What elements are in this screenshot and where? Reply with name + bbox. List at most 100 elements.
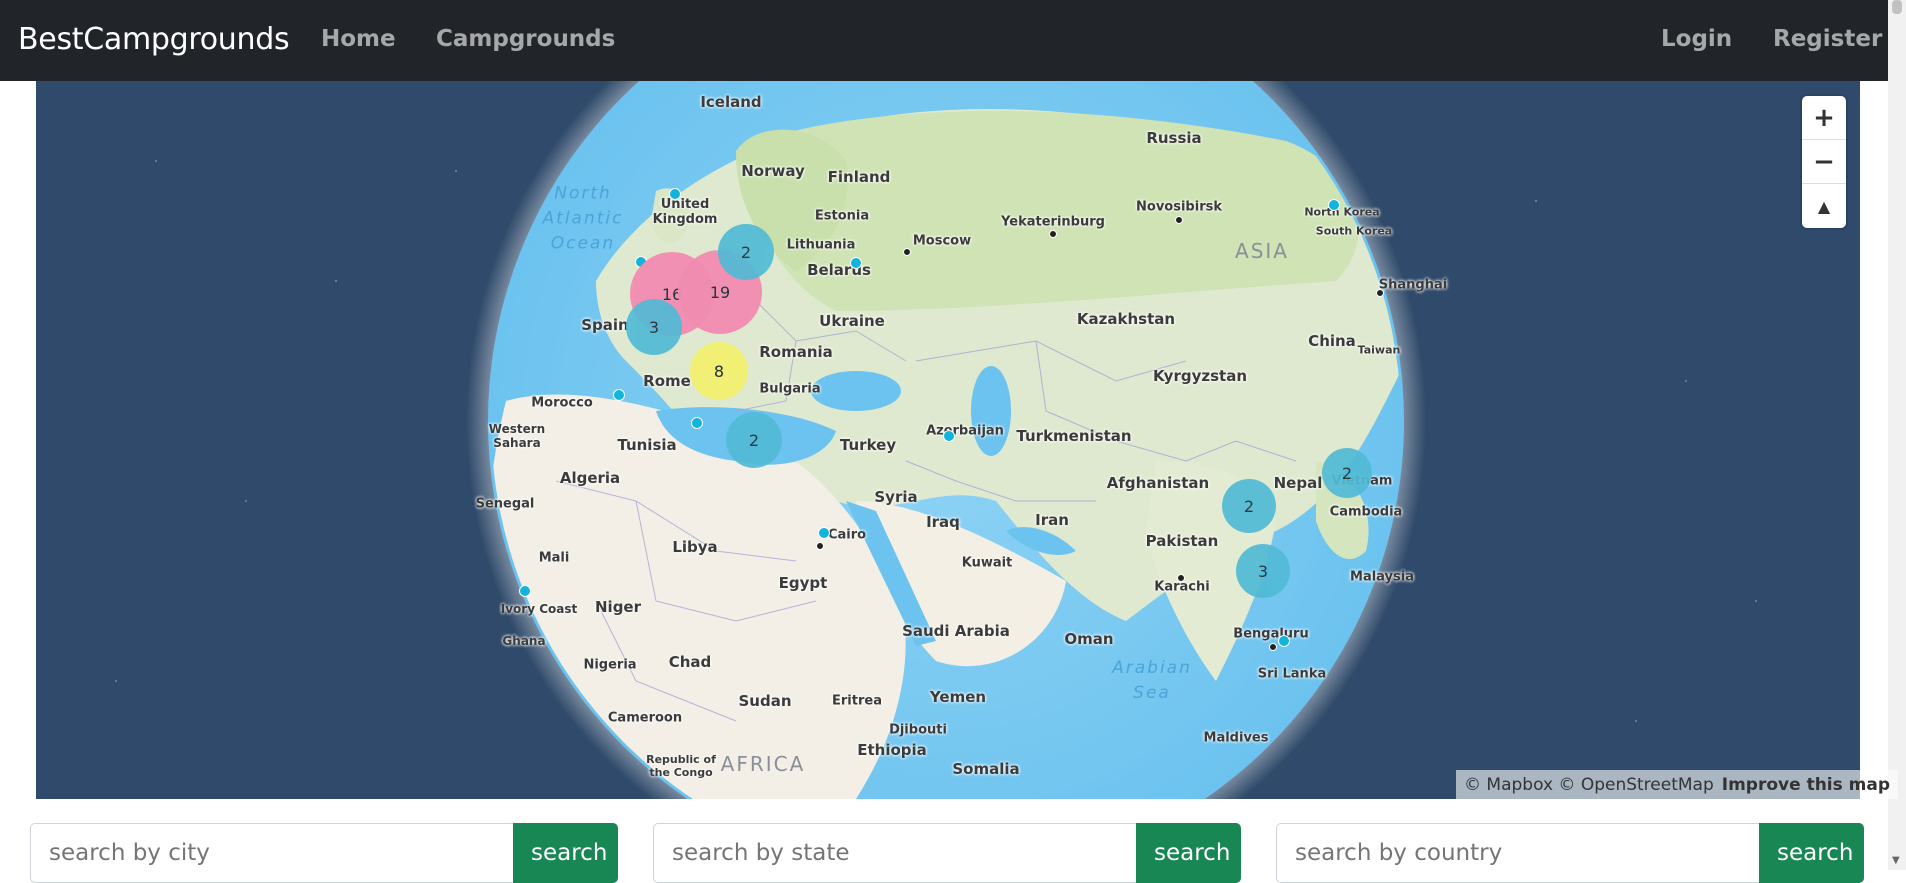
label-iran: Iran (1035, 511, 1069, 529)
zoom-out-button[interactable]: − (1802, 140, 1846, 184)
country-search-input[interactable] (1276, 823, 1759, 883)
label-turkmenistan: Turkmenistan (1016, 427, 1132, 445)
label-nepal: Nepal (1273, 474, 1323, 492)
label-malaysia: Malaysia (1350, 569, 1414, 585)
label-rome: Rome (643, 372, 691, 390)
state-search-group: search (653, 823, 1241, 883)
campground-point[interactable] (669, 188, 681, 200)
label-senegal: Senegal (475, 496, 535, 512)
label-north-korea: North Korea (1304, 205, 1380, 219)
label-morocco: Morocco (531, 395, 593, 411)
nav-link-login[interactable]: Login (1661, 26, 1732, 52)
city-dot-yekaterinburg (1049, 230, 1057, 238)
label-libya: Libya (672, 538, 718, 556)
cluster-marker[interactable]: 3 (1236, 544, 1290, 598)
label-nigeria: Nigeria (583, 657, 637, 673)
label-kyrgyzstan: Kyrgyzstan (1153, 367, 1247, 385)
city-dot-bengaluru (1269, 643, 1277, 651)
label-china: China (1308, 332, 1356, 350)
cluster-marker[interactable]: 8 (690, 342, 748, 400)
label-asia: ASIA (1235, 239, 1289, 263)
label-moscow: Moscow (912, 233, 972, 249)
label-oman: Oman (1064, 630, 1114, 648)
label-mali: Mali (538, 550, 570, 566)
campground-point[interactable] (1278, 635, 1290, 647)
cluster-marker[interactable]: 2 (1322, 448, 1372, 498)
label-north-atlantic: North Atlantic Ocean (542, 183, 624, 254)
campground-point[interactable] (613, 389, 625, 401)
label-shanghai: Shanghai (1378, 277, 1448, 293)
label-maldives: Maldives (1203, 730, 1269, 746)
city-dot-moscow (903, 248, 911, 256)
state-search-input[interactable] (653, 823, 1136, 883)
label-kazakhstan: Kazakhstan (1076, 310, 1176, 328)
label-finland: Finland (827, 168, 891, 186)
label-ghana: Ghana (502, 634, 546, 648)
cluster-marker[interactable]: 3 (626, 299, 682, 355)
campground-point[interactable] (519, 585, 531, 597)
campground-point[interactable] (1328, 199, 1340, 211)
label-norway: Norway (741, 162, 805, 180)
country-search-group: search (1276, 823, 1864, 883)
label-djibouti: Djibouti (889, 722, 947, 738)
city-search-input[interactable] (30, 823, 513, 883)
city-dot-novosibirsk (1175, 216, 1183, 224)
country-search-button[interactable]: search (1759, 823, 1864, 883)
label-russia: Russia (1146, 129, 1202, 147)
cluster-marker[interactable]: 2 (1222, 479, 1276, 533)
label-ivory-coast: Ivory Coast (500, 602, 578, 616)
city-search-button[interactable]: search (513, 823, 618, 883)
label-cameroon: Cameroon (607, 710, 683, 726)
map-attribution: © Mapbox © OpenStreetMap Improve this ma… (1456, 770, 1899, 799)
zoom-in-button[interactable]: + (1802, 96, 1846, 140)
nav-link-home[interactable]: Home (321, 26, 396, 52)
label-south-korea: South Korea (1315, 224, 1393, 238)
compass-button[interactable]: ▲ (1802, 184, 1846, 228)
state-search-button[interactable]: search (1136, 823, 1241, 883)
cluster-marker[interactable]: 2 (726, 412, 782, 468)
label-bengaluru: Bengaluru (1233, 626, 1309, 642)
label-africa: AFRICA (720, 752, 806, 776)
city-dot-cairo (816, 542, 824, 550)
campground-point[interactable] (943, 430, 955, 442)
label-syria: Syria (874, 488, 918, 506)
city-dot-shanghai (1376, 289, 1384, 297)
attribution-text[interactable]: © Mapbox © OpenStreetMap (1464, 775, 1714, 795)
label-united-kingdom: United Kingdom (652, 197, 718, 227)
cluster-marker[interactable]: 2 (718, 224, 774, 280)
label-sri-lanka: Sri Lanka (1257, 666, 1327, 682)
campground-point[interactable] (850, 257, 862, 269)
label-somalia: Somalia (952, 760, 1020, 778)
brand-link[interactable]: BestCampgrounds (18, 22, 290, 57)
city-search-group: search (30, 823, 618, 883)
zoom-controls: + − ▲ (1802, 96, 1846, 228)
scrollbar-thumb[interactable] (1892, 0, 1902, 14)
campground-point[interactable] (818, 527, 830, 539)
label-egypt: Egypt (778, 574, 828, 592)
page-scrollbar[interactable]: ▼ (1888, 0, 1906, 870)
label-taiwan: Taiwan (1357, 343, 1401, 357)
campground-point[interactable] (691, 417, 703, 429)
label-cairo: Cairo (827, 527, 867, 543)
label-romania: Romania (759, 343, 833, 361)
cluster-map[interactable]: Iceland Norway Finland Russia United Kin… (36, 81, 1860, 799)
label-spain: Spain (581, 316, 629, 334)
label-estonia: Estonia (814, 208, 870, 224)
label-eritrea: Eritrea (832, 693, 882, 709)
label-republic-congo: Republic of the Congo (646, 753, 716, 779)
label-sudan: Sudan (738, 692, 792, 710)
improve-map-link[interactable]: Improve this map (1722, 775, 1890, 795)
label-western-sahara: Western Sahara (488, 422, 546, 450)
label-kuwait: Kuwait (961, 555, 1013, 571)
label-afghanistan: Afghanistan (1106, 474, 1210, 492)
label-chad: Chad (668, 653, 712, 671)
label-algeria: Algeria (559, 469, 621, 487)
navbar: BestCampgrounds Home Campgrounds Login R… (0, 0, 1888, 81)
nav-link-register[interactable]: Register (1773, 26, 1882, 52)
label-arabian-sea: Arabian Sea (1112, 658, 1192, 703)
label-cambodia: Cambodia (1329, 504, 1403, 520)
label-turkey: Turkey (839, 436, 897, 454)
nav-link-campgrounds[interactable]: Campgrounds (436, 26, 615, 52)
scroll-down-icon[interactable]: ▼ (1892, 855, 1900, 866)
label-ukraine: Ukraine (819, 312, 885, 330)
